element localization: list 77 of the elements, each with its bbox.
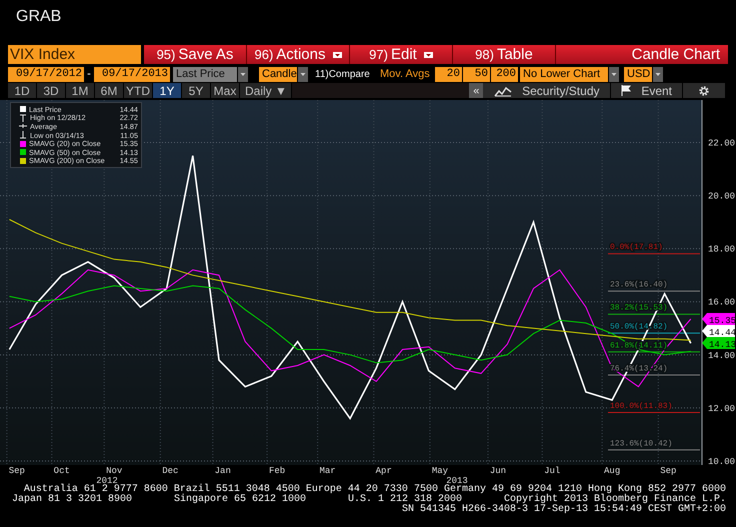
window-title: GRAB [15,7,62,27]
axis-tick-label: Sep [8,466,25,476]
axis-tick-label: Apr [376,466,392,476]
axis-tick-label: 14.00 [708,350,736,361]
period-tab[interactable]: 1Y [153,83,182,98]
moving-average-field[interactable]: 200 [491,66,518,82]
date-separator: - [86,68,92,80]
axis-tick-label: 22.00 [708,138,736,148]
price-badge: 14.13 [702,337,736,350]
fibonacci-label: 23.6%(16.40) [610,280,668,290]
period-tab[interactable]: Max [211,83,240,98]
period-tab[interactable]: 1M [66,83,95,98]
period-tab[interactable]: 6M [95,83,124,98]
axis-tick-label: 12.00 [708,404,736,414]
end-date-field[interactable]: 09/17/2013 [94,66,170,82]
mov-avgs-label: Mov. Avgs [380,68,431,80]
toolbar-button[interactable]: 97) Edit [350,45,453,64]
collapse-button[interactable]: « [469,83,484,98]
price-badge: 14.44 [702,325,736,338]
flag-icon [621,85,632,96]
period-tab[interactable]: YTD [124,83,153,98]
frequency-dropdown[interactable]: Daily ▼ [240,83,292,98]
settings-button[interactable] [683,83,726,98]
footer-text: Singapore 65 6212 1000 [174,495,306,505]
footer-text: U.S. 1 212 318 2000 [348,495,462,505]
axis-tick-label: Jul [544,466,560,476]
security-study-button[interactable]: Security/Study [483,83,612,98]
axis-tick-label: Feb [268,466,286,476]
toolbar-button[interactable]: 96) Actions [247,45,350,64]
dropdown-icon[interactable] [238,66,248,82]
moving-average-field[interactable]: 50 [463,66,490,82]
period-tab[interactable]: 3D [37,83,66,98]
year-label: 2012 [96,476,118,485]
axis-tick-label: 18.00 [708,244,736,255]
axis-tick-label: Jun [490,466,506,476]
dropdown-icon[interactable] [653,66,663,82]
period-tab[interactable]: 5Y [182,83,211,98]
field-dropdown[interactable]: Last Price [173,66,237,82]
fibonacci-label: 123.6%(10.42) [610,439,672,448]
high-marker-icon [19,114,27,122]
footer-text: SN 541345 H266-3408-3 17-Sep-13 15:54:49 CEST GMT+2:00 [402,505,726,515]
footer-text: Japan 81 3 3201 8900 [12,495,132,505]
toolbar-button[interactable]: 95) Save As [144,45,247,64]
start-date-field[interactable]: 09/17/2012 [8,66,84,82]
fibonacci-label: 0.0%(17.81) [610,243,663,252]
dropdown-icon[interactable] [298,66,308,82]
chart-icon [494,84,512,96]
axis-tick-label: Dec [162,466,178,476]
axis-tick-label: 20.00 [708,192,736,202]
axis-tick-label: 10.00 [708,457,736,468]
axis-tick-label: May [432,466,448,476]
lower-chart-dropdown[interactable]: No Lower Chart [520,66,608,82]
footer-text: Copyright 2013 Bloomberg Finance L.P. [504,495,726,505]
axis-tick-label: Aug [604,466,620,476]
axis-tick-label: Jan [214,466,231,476]
settings-icon [698,84,710,96]
period-tab[interactable]: 1D [8,83,37,98]
average-marker-icon [19,122,27,130]
moving-average-field[interactable]: 20 [435,66,462,82]
dropdown-icon[interactable] [609,66,619,82]
axis-tick-label: Sep [660,466,676,476]
security-field[interactable]: VIX Index [8,45,141,64]
currency-dropdown[interactable]: USD [624,66,652,82]
footer-text: Australia 61 2 9777 8600 Brazil 5511 3048 4500 Europe 44 20 7330 7500 Germany 49 69 9204 1210 Hong Kong 852 2977 6000 [24,485,726,495]
low-marker-icon [19,131,27,140]
chart-type-dropdown[interactable]: Candle [259,66,297,82]
axis-tick-label: 16.00 [708,298,736,308]
axis-tick-label: Oct [54,466,70,476]
axis-tick-label: Nov [106,466,122,476]
compare-link[interactable]: 11)Compare [315,68,379,80]
fibonacci-label: 100.0%(11.83) [610,402,672,411]
axis-tick-label: Mar [320,466,336,476]
year-label: 2013 [446,476,468,485]
price-badge: 15.35 [702,313,736,326]
toolbar-button[interactable]: 98) Table [453,45,556,64]
chart-name: Candle Chart [556,45,728,64]
event-button[interactable]: Event [611,83,683,98]
